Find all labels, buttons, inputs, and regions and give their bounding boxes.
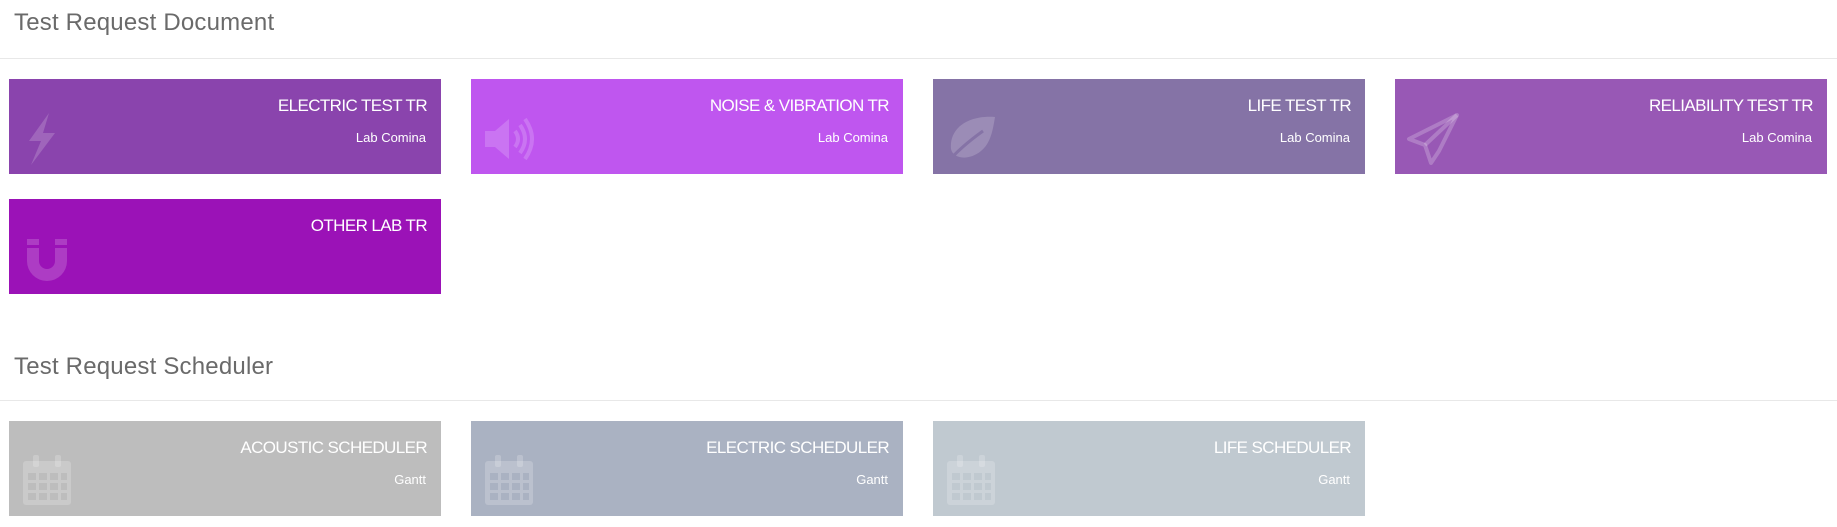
tile-other-lab-tr[interactable]: OTHER LAB TR [9, 199, 441, 294]
tile-title: OTHER LAB TR [310, 216, 428, 235]
tile-subtitle: Gantt [1318, 472, 1350, 487]
tile-subtitle: Lab Comina [1279, 130, 1350, 145]
magnet-icon [19, 231, 75, 287]
tile-noise-vibration-tr[interactable]: NOISE & VIBRATION TR Lab Comina [471, 79, 903, 174]
calendar-icon [481, 453, 537, 509]
tile-electric-test-tr[interactable]: ELECTRIC TEST TR Lab Comina [9, 79, 441, 174]
tile-subtitle: Lab Comina [355, 130, 426, 145]
tile-electric-scheduler[interactable]: ELECTRIC SCHEDULER Gantt [471, 421, 903, 516]
tile-acoustic-scheduler[interactable]: ACOUSTIC SCHEDULER Gantt [9, 421, 441, 516]
calendar-icon [943, 453, 999, 509]
section-title-scheduler: Test Request Scheduler [14, 353, 274, 380]
lightning-icon [19, 111, 75, 167]
section-divider [0, 400, 1837, 401]
tile-title: LIFE TEST TR [1247, 96, 1352, 115]
tile-subtitle: Gantt [856, 472, 888, 487]
leaf-icon [943, 111, 999, 167]
tile-life-test-tr[interactable]: LIFE TEST TR Lab Comina [933, 79, 1365, 174]
section-divider [0, 58, 1837, 59]
section-title-document: Test Request Document [14, 9, 275, 36]
speaker-icon [481, 111, 537, 167]
tile-reliability-test-tr[interactable]: RELIABILITY TEST TR Lab Comina [1395, 79, 1827, 174]
tile-title: ELECTRIC SCHEDULER [706, 438, 889, 457]
tile-subtitle: Lab Comina [1741, 130, 1812, 145]
tile-title: RELIABILITY TEST TR [1648, 96, 1814, 115]
tile-life-scheduler[interactable]: LIFE SCHEDULER Gantt [933, 421, 1365, 516]
tile-subtitle: Lab Comina [817, 130, 888, 145]
tile-title: ELECTRIC TEST TR [277, 96, 428, 115]
calendar-icon [19, 453, 75, 509]
tile-title: NOISE & VIBRATION TR [709, 96, 890, 115]
tile-title: LIFE SCHEDULER [1213, 438, 1352, 457]
tile-subtitle: Gantt [394, 472, 426, 487]
tile-title: ACOUSTIC SCHEDULER [240, 438, 427, 457]
paper-plane-icon [1405, 111, 1461, 167]
